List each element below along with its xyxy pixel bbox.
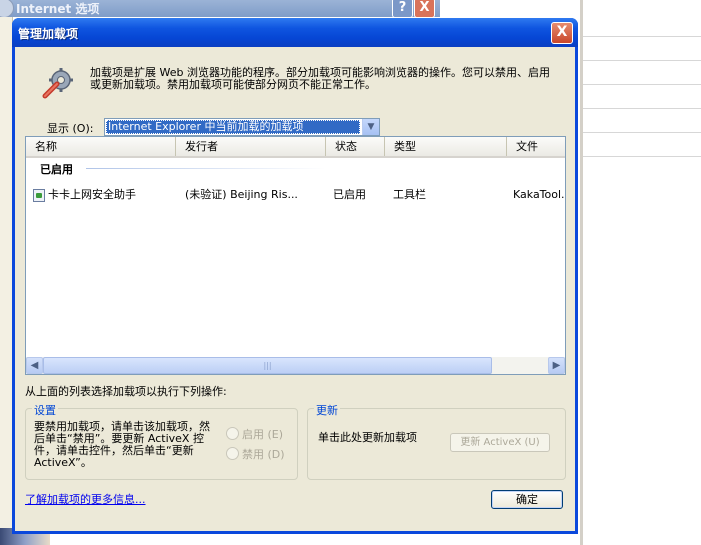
enable-radio-label: 启用 (E) <box>242 428 284 441</box>
update-groupbox: 更新 单击此处更新加载项 更新 ActiveX (U) <box>307 402 566 480</box>
column-name-header[interactable]: 名称 <box>26 137 176 156</box>
addon-publisher: (未验证) Beijing Ris... <box>185 188 298 201</box>
ok-button[interactable]: 确定 <box>491 490 563 509</box>
settings-legend: 设置 <box>32 402 58 418</box>
addon-type: 工具栏 <box>393 188 426 201</box>
show-dropdown-value: Internet Explorer 中当前加载的加载项 <box>106 120 360 134</box>
more-info-link[interactable]: 了解加载项的更多信息... <box>25 491 146 507</box>
description-text: 加载项是扩展 Web 浏览器功能的程序。部分加载项可能影响浏览器的操作。您可以禁… <box>90 66 550 91</box>
show-dropdown[interactable]: Internet Explorer 中当前加载的加载项 ▼ <box>104 118 380 136</box>
chevron-down-icon[interactable]: ▼ <box>362 119 379 135</box>
column-publisher-header[interactable]: 发行者 <box>176 137 326 156</box>
addons-gear-icon <box>42 68 73 99</box>
group-divider <box>86 168 326 169</box>
manage-addons-dialog: 管理加载项 X 加载项是扩展 Web 浏览器功能的程序。部分加载项可能影响浏览器… <box>12 18 578 534</box>
dialog-title: 管理加载项 <box>18 27 79 41</box>
radio-icon <box>226 427 239 440</box>
update-instructions: 单击此处更新加载项 <box>318 431 417 444</box>
update-activex-button[interactable]: 更新 ActiveX (U) <box>450 433 550 452</box>
addon-status: 已启用 <box>333 188 366 201</box>
scrollbar-thumb[interactable]: ||| <box>43 357 492 374</box>
settings-instructions: 要禁用加载项，请单击该加载项，然后单击“禁用”。要更新 ActiveX 控件，请… <box>34 420 210 469</box>
list-header: 名称 发行者 状态 类型 文件 <box>26 137 565 158</box>
dialog-titlebar[interactable]: 管理加载项 X <box>12 18 578 47</box>
scroll-right-icon[interactable]: ▶ <box>548 357 565 374</box>
background-lines <box>583 0 701 545</box>
table-row[interactable]: 卡卡上网安全助手 (未验证) Beijing Ris... 已启用 工具栏 Ka… <box>26 186 565 204</box>
scroll-left-icon[interactable]: ◀ <box>26 357 43 374</box>
column-type-header[interactable]: 类型 <box>385 137 507 156</box>
disable-radio-label: 禁用 (D) <box>242 448 285 461</box>
addon-file: KakaTool... <box>513 188 565 201</box>
close-button[interactable]: X <box>551 22 573 44</box>
background-close-button[interactable]: X <box>414 0 435 18</box>
dialog-client-area: 加载项是扩展 Web 浏览器功能的程序。部分加载项可能影响浏览器的操作。您可以禁… <box>15 47 575 531</box>
background-window-title: Internet 选项 <box>16 2 100 16</box>
update-legend: 更新 <box>314 402 340 418</box>
group-enabled-title: 已启用 <box>40 163 73 176</box>
instructions-text: 从上面的列表选择加载项以执行下列操作: <box>25 385 227 398</box>
background-window-titlebar: Internet 选项 ? X <box>0 0 440 18</box>
column-file-header[interactable]: 文件 <box>507 137 565 156</box>
horizontal-scrollbar[interactable]: ◀ ||| ▶ <box>26 357 565 374</box>
addon-icon <box>33 189 45 202</box>
background-app-icon <box>0 0 14 18</box>
radio-icon <box>226 447 239 460</box>
addons-list[interactable]: 名称 发行者 状态 类型 文件 已启用 卡卡上网安全助手 (未验证) Beiji… <box>25 136 566 375</box>
addon-name: 卡卡上网安全助手 <box>48 188 136 201</box>
settings-groupbox: 设置 要禁用加载项，请单击该加载项，然后单击“禁用”。要更新 ActiveX 控… <box>25 402 298 480</box>
show-label: 显示 (O): <box>47 122 94 135</box>
background-help-button[interactable]: ? <box>392 0 413 18</box>
column-status-header[interactable]: 状态 <box>326 137 385 156</box>
